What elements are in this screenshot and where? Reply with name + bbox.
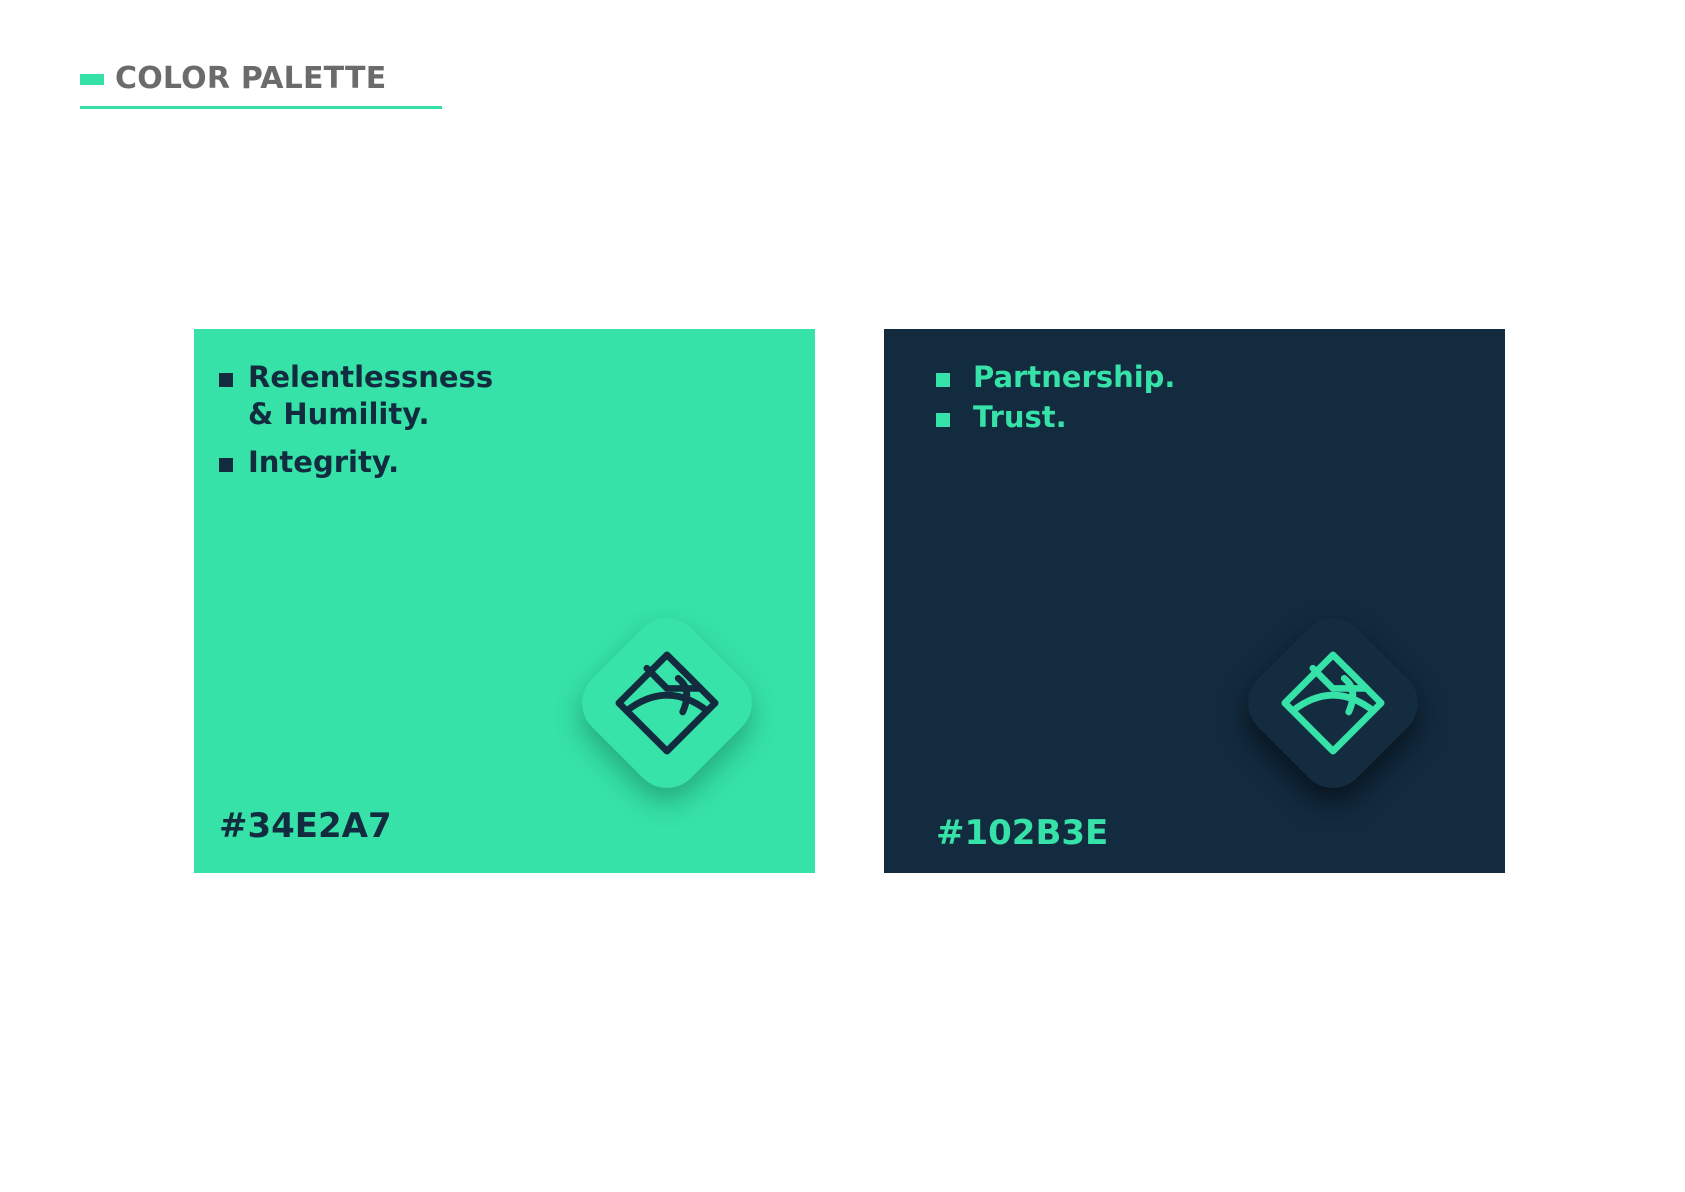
hex-code-label: #102B3E bbox=[936, 813, 1109, 853]
square-bullet-icon bbox=[219, 458, 233, 472]
brand-logo-icon bbox=[1281, 651, 1385, 755]
brand-value-item: Relentlessness & Humility. bbox=[219, 359, 493, 433]
hex-code-label: #34E2A7 bbox=[219, 806, 392, 846]
color-swatch-green: Relentlessness & Humility. Integrity. #3… bbox=[194, 329, 815, 873]
brand-value-item: Partnership. bbox=[936, 359, 1175, 396]
brand-logo-icon bbox=[615, 651, 719, 755]
header-underline bbox=[80, 106, 442, 109]
square-bullet-icon bbox=[219, 373, 233, 387]
section-header: COLOR PALETTE bbox=[80, 58, 442, 110]
brand-value-text: Integrity. bbox=[248, 445, 400, 479]
brand-value-text: Trust. bbox=[973, 400, 1067, 434]
header-accent-mark bbox=[80, 74, 104, 85]
brand-value-text: Relentlessness & Humility. bbox=[248, 360, 494, 431]
page-title: COLOR PALETTE bbox=[115, 61, 387, 96]
brand-value-item: Integrity. bbox=[219, 444, 493, 481]
brand-value-text: Partnership. bbox=[973, 360, 1176, 394]
brand-values-list: Relentlessness & Humility. Integrity. bbox=[219, 359, 493, 492]
brand-values-list: Partnership. Trust. bbox=[936, 359, 1175, 439]
brand-value-item: Trust. bbox=[936, 399, 1175, 436]
square-bullet-icon bbox=[936, 373, 950, 387]
color-swatch-navy: Partnership. Trust. #102B3E bbox=[884, 329, 1505, 873]
square-bullet-icon bbox=[936, 413, 950, 427]
